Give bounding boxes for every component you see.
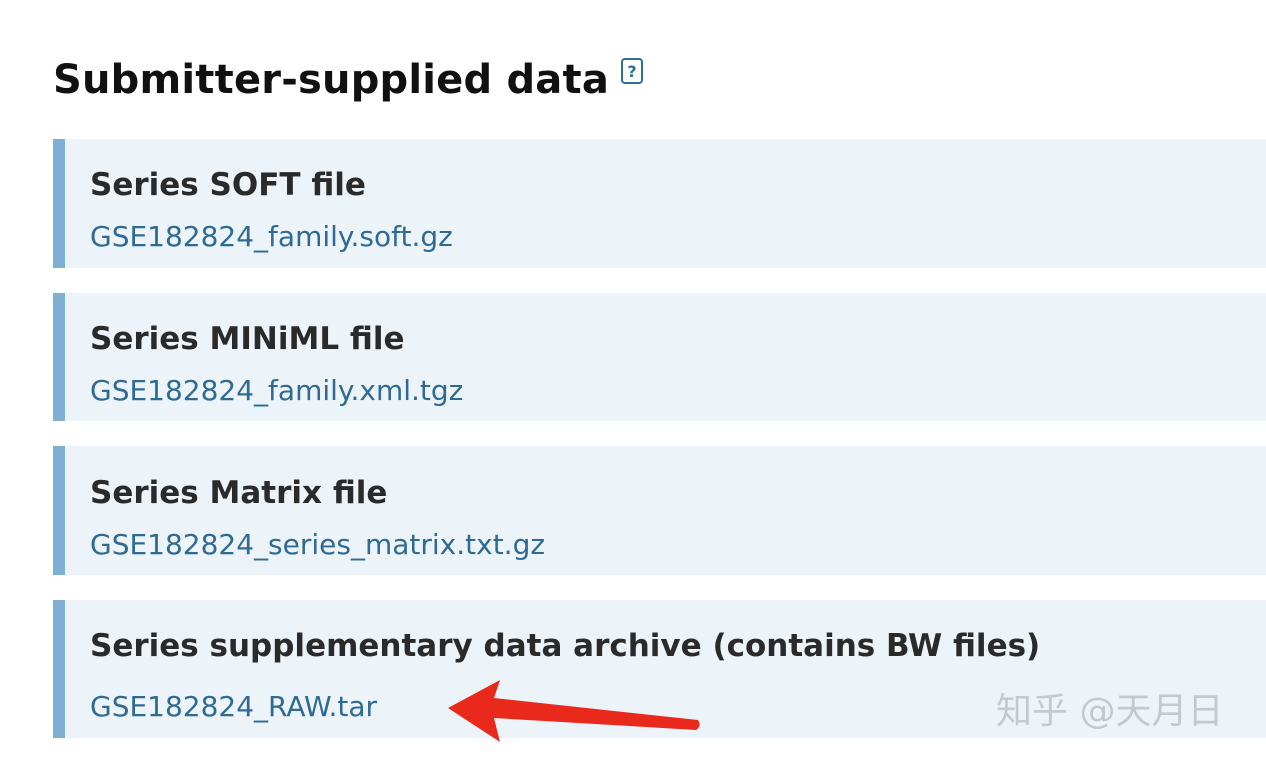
file-item-heading: Series Matrix file: [90, 475, 388, 511]
file-download-link[interactable]: GSE182824_family.soft.gz: [90, 219, 453, 255]
page: Submitter-supplied data ? Series SOFT fi…: [0, 0, 1266, 764]
annotation-arrow-icon: [448, 680, 700, 742]
file-item-heading: Series supplementary data archive (conta…: [90, 628, 1041, 664]
help-icon[interactable]: ?: [621, 58, 644, 84]
file-item-heading: Series MINiML file: [90, 321, 405, 357]
file-item-matrix: Series Matrix file GSE182824_series_matr…: [53, 446, 1266, 575]
page-title: Submitter-supplied data: [53, 57, 610, 103]
watermark: 知乎 @天月日: [996, 691, 1224, 732]
section-header: Submitter-supplied data ?: [53, 52, 644, 108]
file-download-link[interactable]: GSE182824_family.xml.tgz: [90, 373, 463, 409]
file-download-link[interactable]: GSE182824_RAW.tar: [90, 689, 377, 725]
file-item-miniml: Series MINiML file GSE182824_family.xml.…: [53, 293, 1266, 421]
file-item-heading: Series SOFT file: [90, 167, 366, 203]
file-item-soft: Series SOFT file GSE182824_family.soft.g…: [53, 139, 1266, 268]
file-download-link[interactable]: GSE182824_series_matrix.txt.gz: [90, 527, 545, 563]
